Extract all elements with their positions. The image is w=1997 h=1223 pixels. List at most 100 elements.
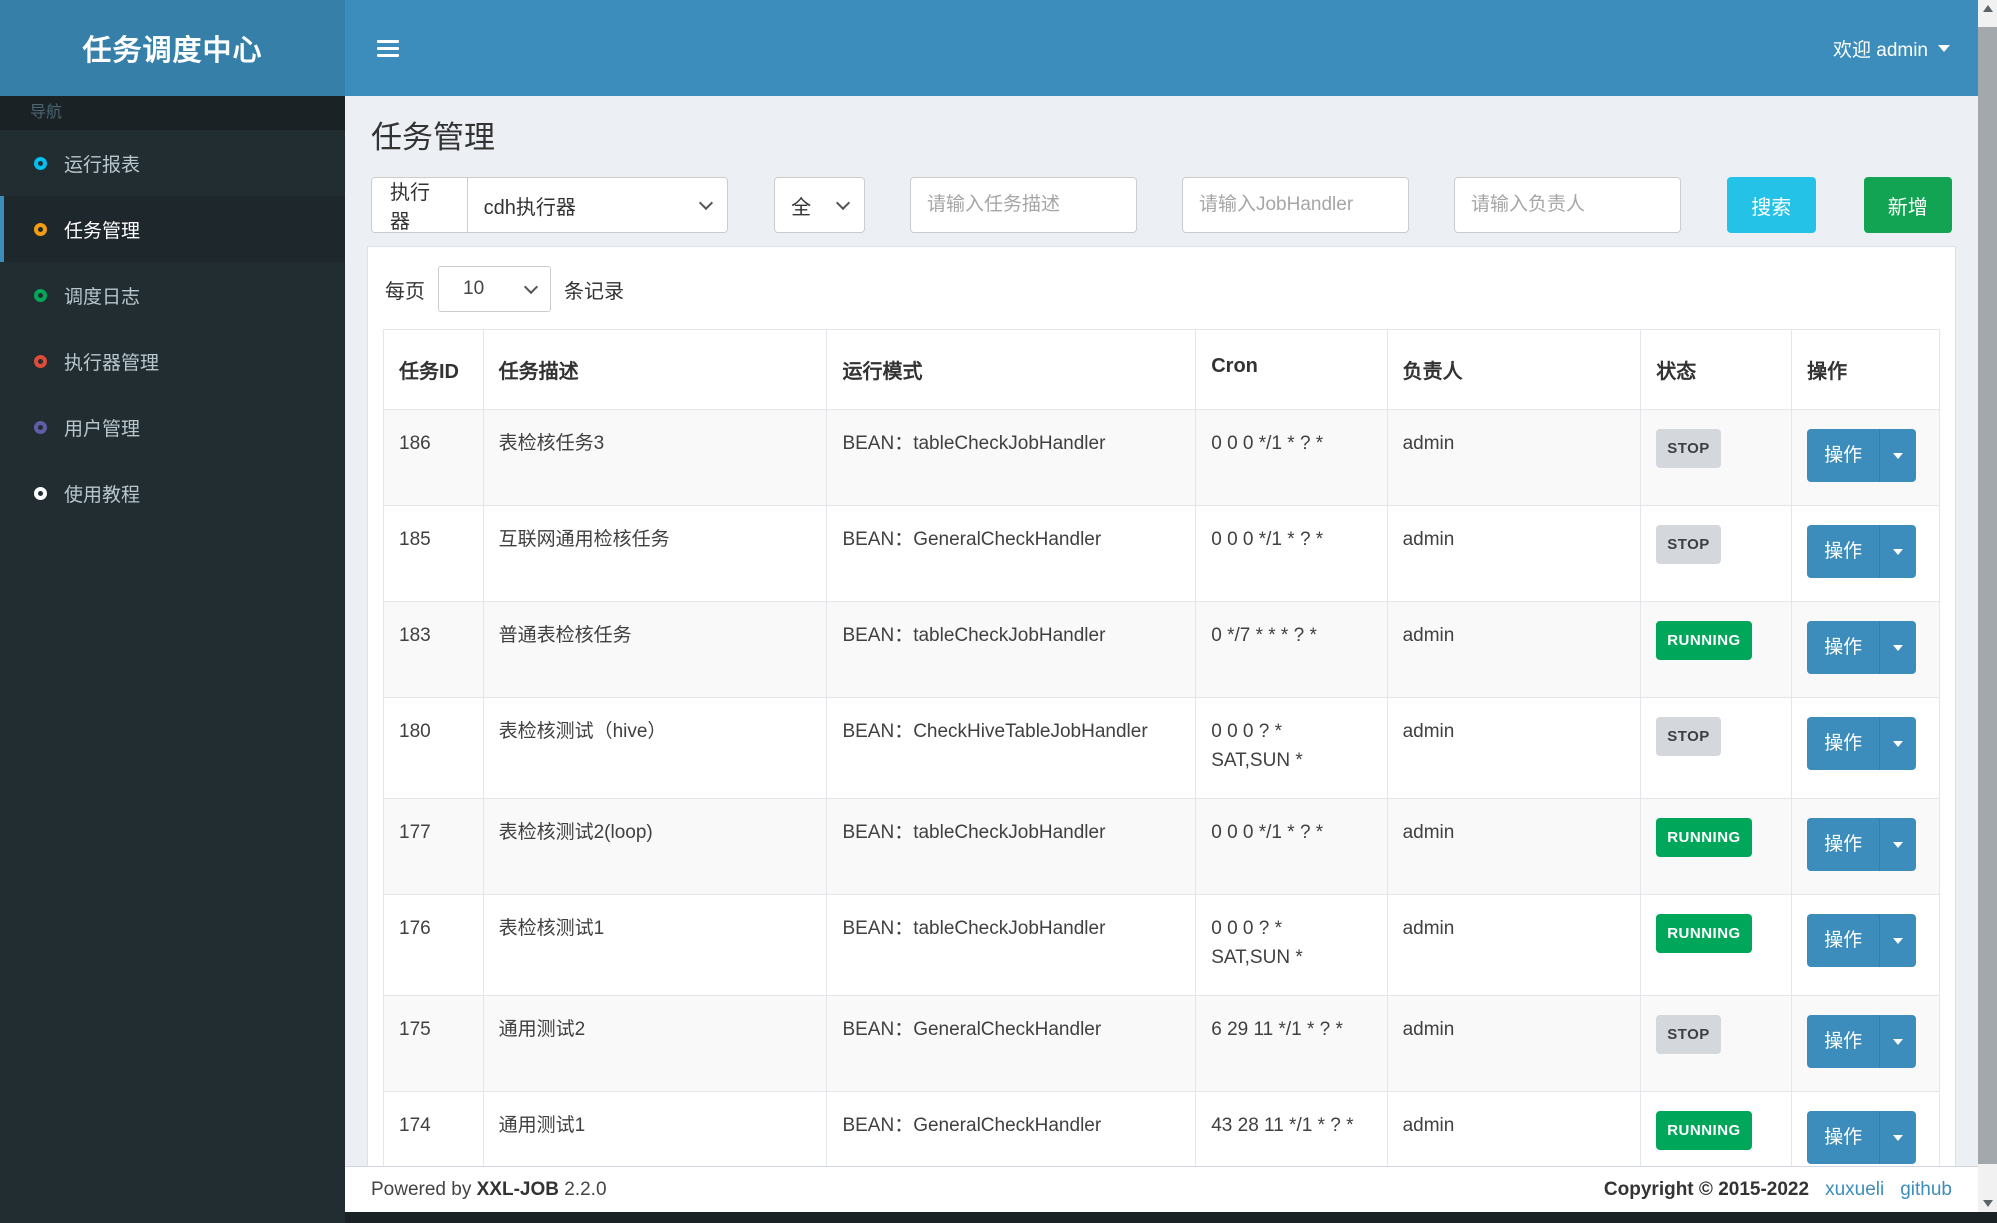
sidebar: 导航 运行报表 任务管理 调度日志 执行器管理 用户管理 使用教程	[0, 96, 345, 1223]
status-badge-wrap: STOP	[1656, 525, 1721, 564]
scrollbar-thumb[interactable]	[1978, 27, 1997, 1164]
job-desc-cell: 互联网通用检核任务	[482, 505, 828, 602]
status-badge: STOP	[1656, 717, 1721, 756]
action-dropdown-toggle[interactable]	[1879, 818, 1916, 871]
table-row: 175 通用测试2 BEAN：GeneralCheckHandler 6 29 …	[383, 995, 1940, 1092]
table-row: 176 表检核测试1 BEAN：tableCheckJobHandler 0 0…	[383, 894, 1940, 996]
executor-filter-group: 执行器 cdh执行器	[371, 177, 729, 233]
action-dropdown-toggle[interactable]	[1879, 717, 1916, 770]
action-button-label[interactable]: 操作	[1807, 717, 1879, 770]
add-button[interactable]: 新增	[1863, 177, 1953, 233]
sidebar-item-5[interactable]: 使用教程	[0, 460, 345, 526]
copyright-label: Copyright © 2015-2022	[1603, 1178, 1810, 1200]
jobhandler-input[interactable]	[1181, 177, 1409, 233]
chevron-down-icon	[699, 195, 714, 210]
run-mode-cell: BEAN：CheckHiveTableJobHandler	[826, 697, 1197, 799]
circle-icon	[34, 156, 47, 170]
xuxueli-link[interactable]: xuxueli	[1825, 1179, 1884, 1201]
cron-cell: 0 0 0 */1 * ? *	[1195, 409, 1388, 506]
scroll-up-arrow-icon[interactable]	[1978, 0, 1997, 17]
cron-cell: 0 0 0 ? * SAT,SUN *	[1195, 697, 1388, 799]
version-label: 2.2.0	[564, 1178, 607, 1200]
job-id-cell: 180	[383, 697, 484, 799]
owner-input[interactable]	[1453, 177, 1681, 233]
sidebar-item-1[interactable]: 任务管理	[0, 196, 345, 262]
action-cell: 操作	[1791, 409, 1940, 506]
status-cell: RUNNING	[1640, 601, 1793, 698]
header-actions: 操作	[1791, 329, 1940, 410]
action-dropdown-toggle[interactable]	[1879, 621, 1916, 674]
job-id-cell: 186	[383, 409, 484, 506]
action-split-button[interactable]: 操作	[1807, 525, 1917, 578]
caret-down-icon	[1893, 1038, 1904, 1045]
action-button-label[interactable]: 操作	[1807, 1015, 1879, 1068]
table-row: 180 表检核测试（hive） BEAN：CheckHiveTableJobHa…	[383, 697, 1940, 799]
action-split-button[interactable]: 操作	[1807, 1111, 1917, 1164]
circle-icon	[34, 354, 47, 368]
footer: Powered by XXL-JOB 2.2.0 Copyright © 201…	[345, 1166, 1978, 1212]
sidebar-toggle-icon[interactable]	[371, 32, 405, 65]
action-dropdown-toggle[interactable]	[1879, 525, 1916, 578]
welcome-user-label: 欢迎 admin	[1832, 39, 1928, 61]
status-badge: RUNNING	[1656, 621, 1752, 660]
job-desc-cell: 表检核任务3	[482, 409, 828, 506]
search-button[interactable]: 搜索	[1726, 177, 1816, 233]
owner-cell: admin	[1386, 409, 1642, 506]
chevron-down-icon	[835, 195, 851, 210]
jobs-panel: 每页 10 条记录 任务ID 任务描述 运行模式 Cron 负责人 状态 操作 …	[367, 246, 1956, 1212]
scope-select[interactable]: 全	[774, 177, 865, 233]
powered-by: Powered by XXL-JOB 2.2.0	[371, 1179, 607, 1201]
circle-icon	[34, 420, 47, 434]
page-size-select[interactable]: 10	[438, 266, 551, 312]
action-split-button[interactable]: 操作	[1807, 429, 1917, 482]
action-button-label[interactable]: 操作	[1807, 1111, 1879, 1164]
scroll-down-arrow-icon[interactable]	[1978, 1195, 1997, 1212]
action-split-button[interactable]: 操作	[1807, 717, 1917, 770]
action-split-button[interactable]: 操作	[1807, 818, 1917, 871]
sidebar-item-2[interactable]: 调度日志	[0, 262, 345, 328]
status-badge-wrap: STOP	[1656, 429, 1721, 468]
table-row: 186 表检核任务3 BEAN：tableCheckJobHandler 0 0…	[383, 409, 1940, 506]
action-cell: 操作	[1791, 601, 1940, 698]
sidebar-item-label: 执行器管理	[64, 352, 160, 374]
action-split-button[interactable]: 操作	[1807, 914, 1917, 967]
cron-cell: 0 0 0 */1 * ? *	[1195, 505, 1388, 602]
powered-by-prefix: Powered by	[371, 1178, 472, 1200]
action-dropdown-toggle[interactable]	[1879, 1111, 1916, 1164]
action-button-label[interactable]: 操作	[1807, 525, 1879, 578]
page-size-prefix: 每页	[385, 280, 425, 303]
github-link[interactable]: github	[1900, 1179, 1952, 1201]
run-mode-cell: BEAN：tableCheckJobHandler	[826, 409, 1197, 506]
run-mode-cell: BEAN：tableCheckJobHandler	[826, 894, 1197, 996]
action-dropdown-toggle[interactable]	[1879, 914, 1916, 967]
action-button-label[interactable]: 操作	[1807, 621, 1879, 674]
action-dropdown-toggle[interactable]	[1879, 1015, 1916, 1068]
status-badge-wrap: RUNNING	[1656, 1111, 1752, 1150]
job-desc-input[interactable]	[909, 177, 1137, 233]
sidebar-item-4[interactable]: 用户管理	[0, 394, 345, 460]
content-area: 任务管理 执行器 cdh执行器 全 搜索 新增 每页 10 条记录	[345, 96, 1978, 1212]
action-split-button[interactable]: 操作	[1807, 621, 1917, 674]
footer-right: Copyright © 2015-2022 xuxueli github	[1604, 1179, 1952, 1201]
sidebar-item-label: 使用教程	[64, 484, 141, 506]
job-desc-cell: 通用测试2	[482, 995, 828, 1092]
action-dropdown-toggle[interactable]	[1879, 429, 1916, 482]
cron-cell: 0 */7 * * * ? *	[1195, 601, 1388, 698]
executor-select[interactable]: cdh执行器	[467, 178, 728, 232]
action-split-button[interactable]: 操作	[1807, 1015, 1917, 1068]
vertical-scrollbar[interactable]	[1978, 0, 1997, 1212]
run-mode-cell: BEAN：tableCheckJobHandler	[826, 601, 1197, 698]
app-logo[interactable]: 任务调度中心	[0, 0, 345, 96]
action-button-label[interactable]: 操作	[1807, 914, 1879, 967]
user-menu[interactable]: 欢迎 admin	[1833, 35, 1950, 62]
status-badge: STOP	[1656, 429, 1721, 468]
owner-cell: admin	[1386, 894, 1642, 996]
run-mode-cell: BEAN：GeneralCheckHandler	[826, 505, 1197, 602]
action-button-label[interactable]: 操作	[1807, 818, 1879, 871]
circle-icon	[34, 288, 47, 302]
sidebar-item-3[interactable]: 执行器管理	[0, 328, 345, 394]
sidebar-item-0[interactable]: 运行报表	[0, 130, 345, 196]
action-button-label[interactable]: 操作	[1807, 429, 1879, 482]
caret-down-icon	[1893, 1134, 1904, 1141]
header-status: 状态	[1640, 329, 1793, 410]
